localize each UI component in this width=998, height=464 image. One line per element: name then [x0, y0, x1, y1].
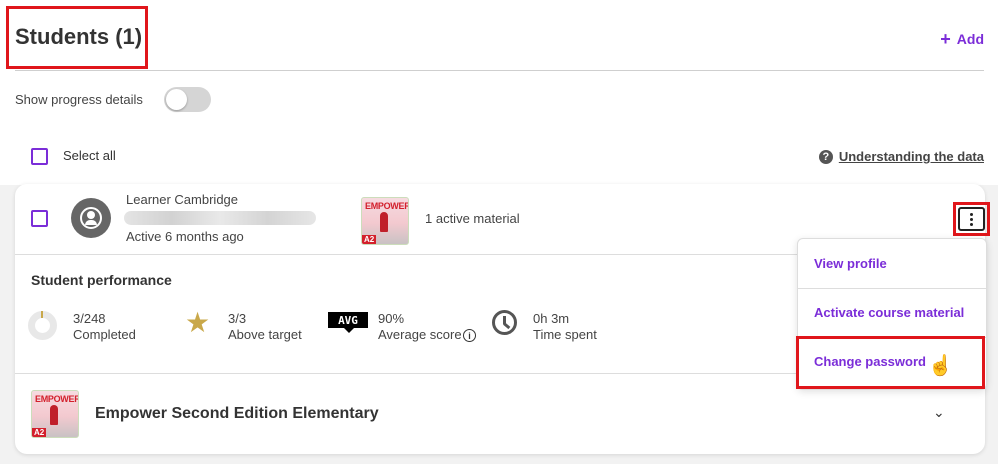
menu-divider: [798, 288, 986, 289]
toggle-knob: [166, 89, 187, 110]
understanding-data-label: Understanding the data: [838, 149, 984, 164]
completed-value: 3/248: [73, 311, 106, 326]
highlight-box-change-password: [796, 336, 985, 389]
redacted-email: [124, 211, 316, 225]
active-material-count: 1 active material: [425, 211, 520, 226]
chevron-down-icon[interactable]: ⌄: [933, 404, 945, 421]
page-title: Students (1): [15, 24, 143, 49]
more-options-button[interactable]: [958, 207, 985, 231]
student-name[interactable]: Learner Cambridge: [126, 192, 238, 207]
above-target-label: Above target: [228, 327, 302, 342]
book-cover-thumbnail: EMPOWER A2: [361, 197, 409, 245]
average-score-label: Average score: [378, 327, 462, 342]
hand-cursor-icon: ☝: [928, 355, 953, 377]
menu-item-activate-course-material[interactable]: Activate course material: [814, 305, 964, 320]
time-spent-value: 0h 3m: [533, 311, 570, 326]
progress-details-label: Show progress details: [15, 92, 143, 107]
avg-icon: AVG: [328, 312, 368, 328]
clock-icon: [492, 310, 517, 335]
select-all-label: Select all: [63, 148, 116, 163]
add-label: Add: [956, 31, 984, 47]
progress-details-toggle[interactable]: [164, 87, 211, 112]
course-book-thumbnail: EMPOWER A2: [31, 390, 79, 438]
average-score-value: 90%: [378, 311, 405, 326]
info-icon[interactable]: i: [463, 329, 476, 342]
time-spent-label: Time spent: [533, 327, 597, 342]
course-title[interactable]: Empower Second Edition Elementary: [95, 405, 379, 423]
question-circle-icon: ?: [818, 149, 833, 164]
last-active-text: Active 6 months ago: [126, 229, 244, 244]
plus-icon: +: [940, 29, 951, 49]
add-button[interactable]: + Add: [940, 29, 984, 49]
star-icon: ★: [185, 307, 211, 338]
donut-progress-icon: [28, 311, 57, 340]
understanding-data-link[interactable]: ? Understanding the data: [818, 149, 984, 164]
menu-item-view-profile[interactable]: View profile: [814, 256, 887, 271]
avatar: [71, 198, 111, 238]
completed-label: Completed: [73, 327, 136, 342]
card-divider: [15, 254, 797, 255]
above-target-value: 3/3: [228, 311, 247, 326]
student-checkbox[interactable]: [31, 210, 48, 227]
header-divider: [15, 70, 984, 71]
select-all-checkbox[interactable]: [31, 148, 48, 165]
kebab-dot: [970, 212, 973, 216]
performance-title: Student performance: [31, 272, 172, 288]
